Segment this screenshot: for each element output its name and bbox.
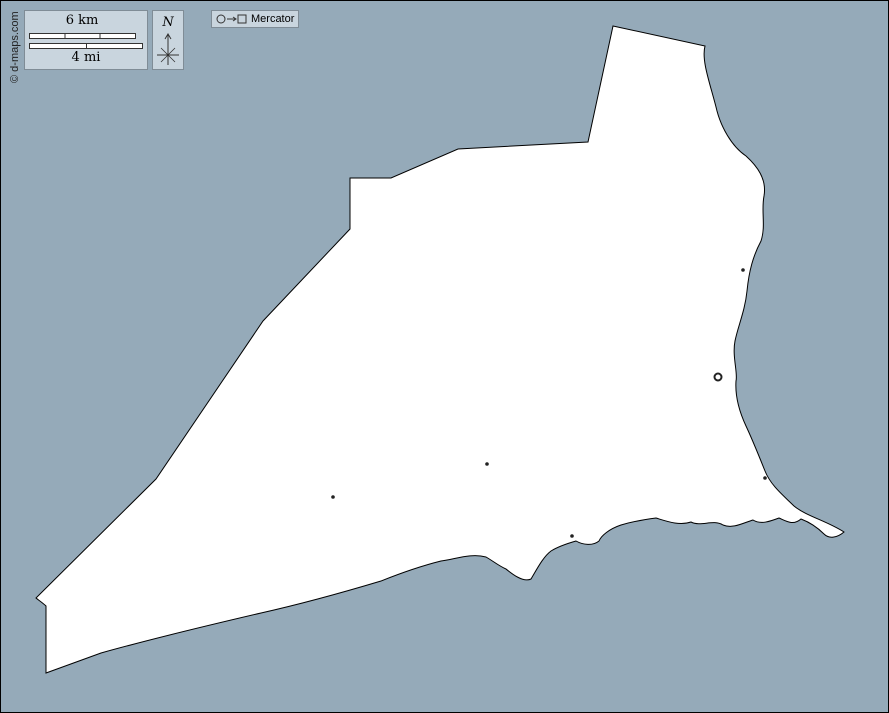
map-canvas — [35, 25, 845, 674]
capital-marker — [713, 372, 723, 382]
circle-to-square-icon — [216, 14, 247, 24]
town-marker — [741, 268, 745, 272]
projection-label-box: Mercator — [211, 10, 299, 28]
town-marker — [763, 476, 767, 480]
scale-bar-mi — [29, 43, 143, 49]
scale-km-label: 6 km — [65, 13, 99, 28]
compass-rose-icon — [157, 33, 179, 65]
land-region — [35, 25, 845, 674]
town-marker — [485, 462, 489, 466]
north-label: N — [162, 15, 174, 30]
map-frame: © d-maps.com 6 km 4 mi N Mercator — [0, 0, 889, 713]
north-arrow: N — [152, 10, 184, 70]
scale-bar-km — [29, 33, 136, 39]
scale-bar: 6 km 4 mi — [24, 10, 148, 70]
town-marker — [331, 495, 335, 499]
scale-mi-label: 4 mi — [71, 50, 101, 65]
town-marker — [570, 534, 574, 538]
credit-text: © d-maps.com — [9, 11, 21, 83]
projection-label: Mercator — [251, 13, 295, 25]
